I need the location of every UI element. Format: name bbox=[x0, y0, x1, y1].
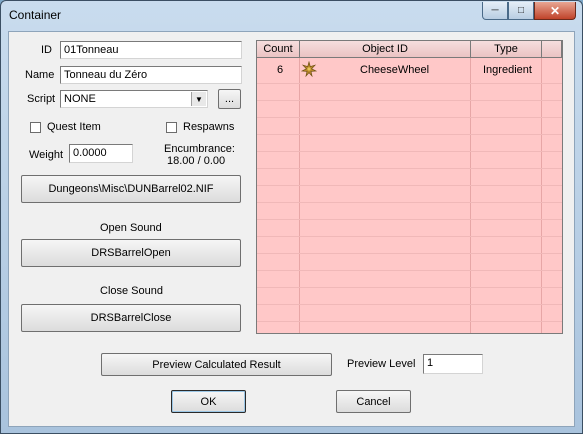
open-sound-button[interactable]: DRSBarrelOpen bbox=[21, 239, 241, 267]
preview-calculated-result-button[interactable]: Preview Calculated Result bbox=[101, 353, 332, 376]
cancel-button[interactable]: Cancel bbox=[336, 390, 411, 413]
weight-field[interactable]: 0.0000 bbox=[69, 144, 133, 163]
inventory-list[interactable]: Count Object ID Type 6 CheeseWheel Ingre… bbox=[256, 40, 563, 334]
row-divider bbox=[257, 185, 562, 186]
encumbrance-value: 18.00 / 0.00 bbox=[167, 155, 226, 167]
chevron-down-icon[interactable]: ▼ bbox=[191, 92, 206, 106]
item-count: 6 bbox=[277, 64, 284, 76]
open-sound-label: Open Sound bbox=[100, 222, 162, 234]
respawns-label: Respawns bbox=[183, 121, 235, 133]
script-browse-button[interactable]: ... bbox=[218, 89, 241, 109]
item-type: Ingredient bbox=[483, 64, 532, 76]
row-divider bbox=[257, 287, 562, 288]
preview-level-label: Preview Level bbox=[347, 358, 416, 370]
row-divider bbox=[257, 304, 562, 305]
close-sound-label: Close Sound bbox=[100, 285, 163, 297]
script-dropdown[interactable]: NONE ▼ bbox=[60, 90, 208, 108]
script-value: NONE bbox=[64, 93, 96, 105]
container-window: Container ─ □ ✕ ID 01Tonneau Name Tonnea… bbox=[0, 0, 583, 434]
row-divider bbox=[257, 168, 562, 169]
close-sound-button[interactable]: DRSBarrelClose bbox=[21, 304, 241, 332]
column-header-type[interactable]: Type bbox=[471, 41, 542, 58]
row-divider bbox=[257, 270, 562, 271]
column-header-blank bbox=[542, 41, 562, 58]
preview-level-field[interactable]: 1 bbox=[423, 354, 483, 374]
row-divider bbox=[257, 236, 562, 237]
encumbrance-label: Encumbrance: bbox=[164, 143, 235, 155]
row-divider bbox=[257, 100, 562, 101]
cheese-wheel-icon bbox=[300, 60, 318, 80]
row-divider bbox=[257, 134, 562, 135]
row-divider bbox=[257, 219, 562, 220]
item-object-id: CheeseWheel bbox=[360, 64, 430, 76]
row-divider bbox=[257, 83, 562, 84]
respawns-checkbox[interactable] bbox=[166, 122, 177, 133]
minimize-button[interactable]: ─ bbox=[482, 2, 508, 20]
maximize-button[interactable]: □ bbox=[508, 2, 534, 20]
column-header-object-id[interactable]: Object ID bbox=[300, 41, 471, 58]
row-divider bbox=[257, 202, 562, 203]
name-label: Name bbox=[25, 69, 55, 81]
quest-item-label: Quest Item bbox=[47, 121, 101, 133]
minimize-icon: ─ bbox=[491, 5, 499, 16]
row-divider bbox=[257, 117, 562, 118]
row-divider bbox=[257, 321, 562, 322]
script-label: Script bbox=[27, 93, 56, 105]
quest-item-checkbox[interactable] bbox=[30, 122, 41, 133]
name-field[interactable]: Tonneau du Zéro bbox=[60, 66, 242, 84]
row-divider bbox=[257, 151, 562, 152]
row-divider bbox=[257, 253, 562, 254]
weight-label: Weight bbox=[29, 149, 64, 161]
ok-button[interactable]: OK bbox=[171, 390, 246, 413]
window-title: Container bbox=[9, 8, 62, 22]
model-path-button[interactable]: Dungeons\Misc\DUNBarrel02.NIF bbox=[21, 175, 241, 203]
id-field[interactable]: 01Tonneau bbox=[60, 41, 242, 59]
maximize-icon: □ bbox=[517, 5, 525, 16]
id-label: ID bbox=[41, 44, 52, 56]
close-icon: ✕ bbox=[549, 3, 561, 18]
close-button[interactable]: ✕ bbox=[534, 2, 576, 20]
title-bar[interactable]: Container ─ □ ✕ bbox=[1, 1, 582, 31]
dialog-client-area: ID 01Tonneau Name Tonneau du Zéro Script… bbox=[8, 31, 575, 427]
column-header-count[interactable]: Count bbox=[257, 41, 300, 58]
caption-buttons: ─ □ ✕ bbox=[482, 2, 576, 20]
